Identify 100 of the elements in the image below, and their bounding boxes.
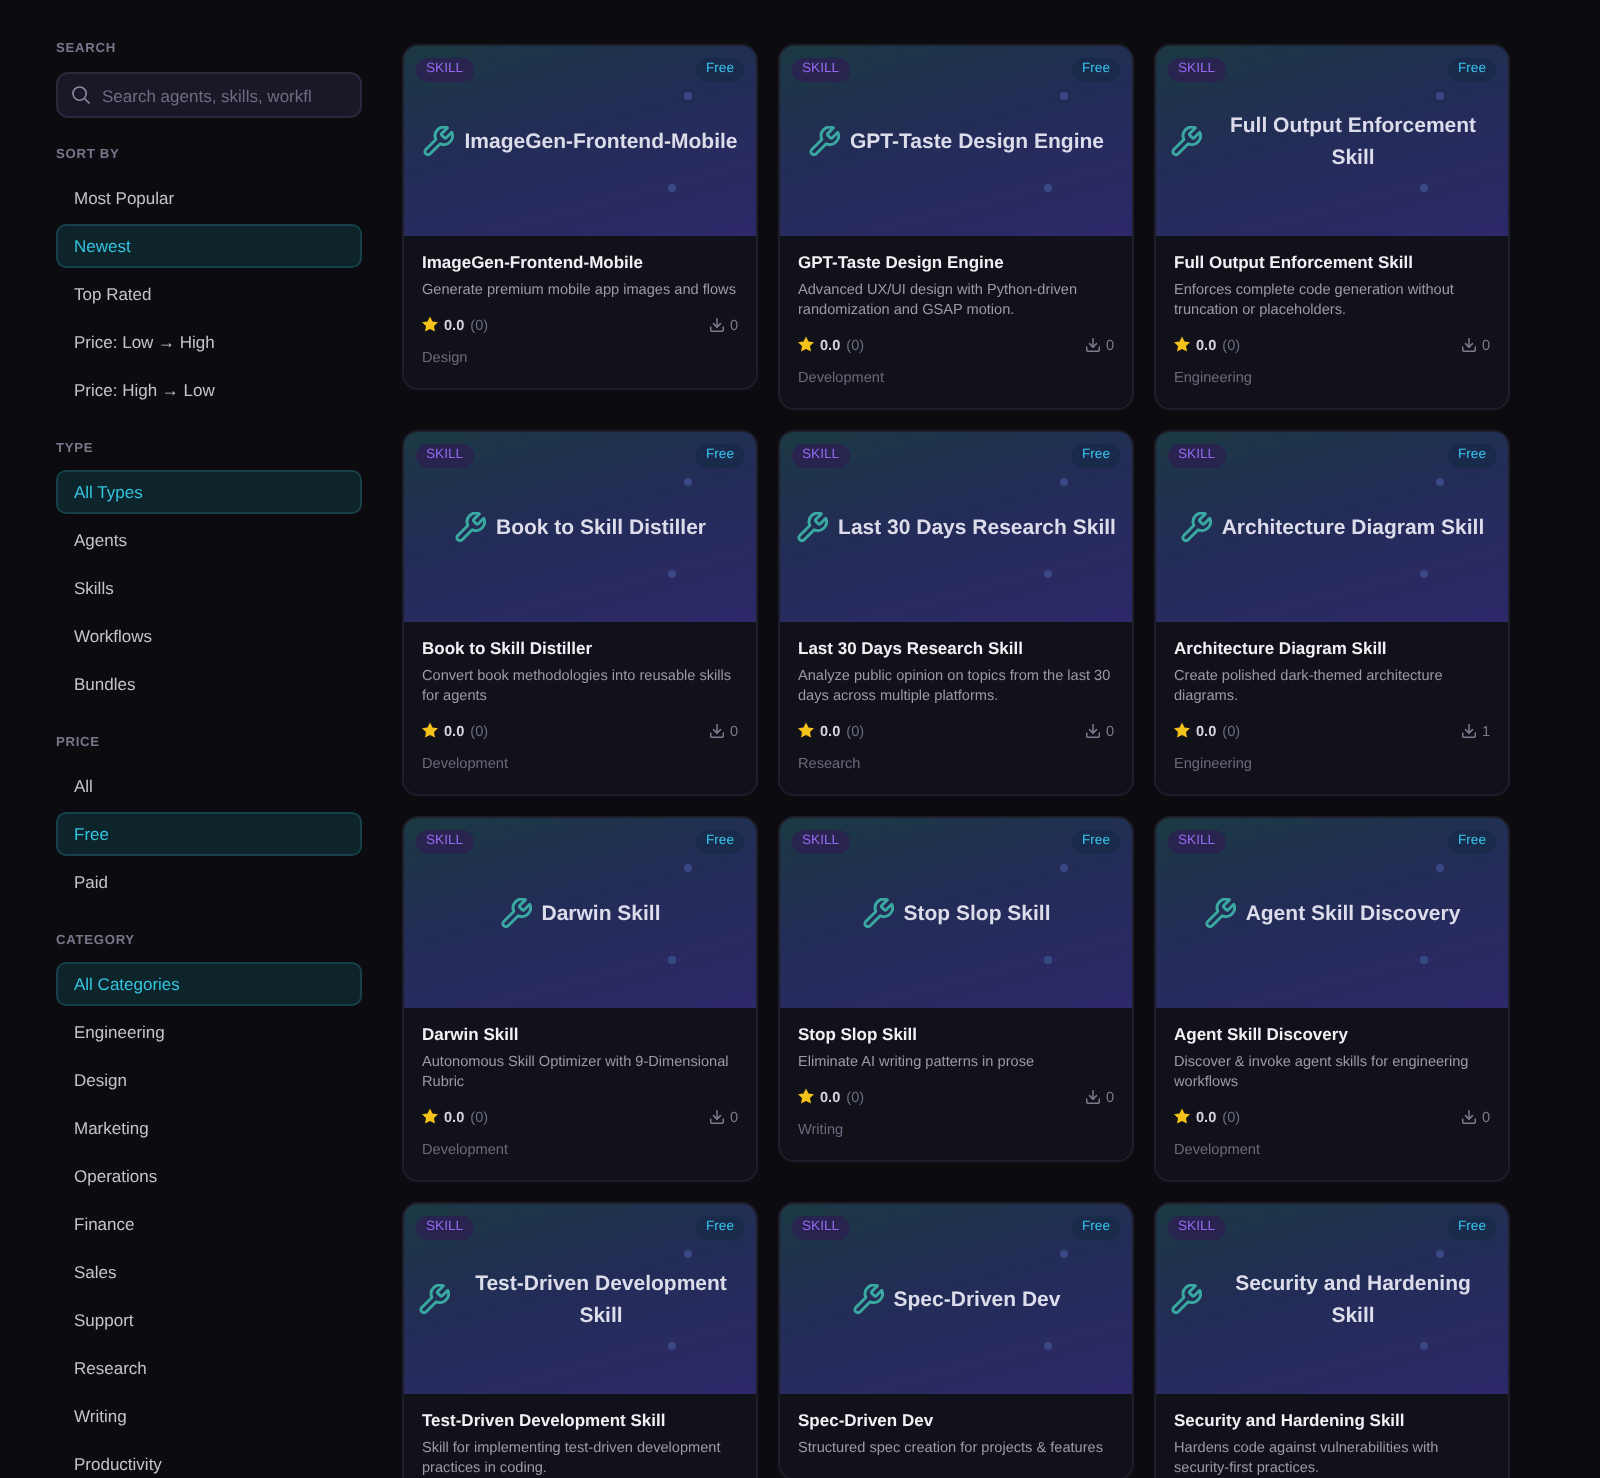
dot-icon (668, 956, 676, 964)
filter-option[interactable]: Bundles (56, 662, 362, 706)
banner-title: Darwin Skill (541, 899, 661, 929)
download-icon (1461, 723, 1476, 737)
dot-icon (668, 1342, 676, 1350)
star-icon (1174, 336, 1190, 352)
star-icon (422, 316, 438, 332)
filter-option[interactable]: Top Rated (56, 272, 362, 316)
filter-option[interactable]: Writing (56, 1394, 362, 1438)
filter-option[interactable]: Most Popular (56, 176, 362, 220)
star-icon (1174, 722, 1190, 738)
card-title: Darwin Skill (422, 1024, 521, 1046)
dot-icon (1060, 864, 1068, 872)
banner-title: Test-Driven Development Skill (473, 1269, 729, 1331)
banner-title: Book to Skill Distiller (495, 513, 707, 543)
dot-icon (1420, 956, 1428, 964)
dot-icon (684, 864, 692, 872)
filter-option[interactable]: Paid (56, 860, 362, 904)
card-title: Test-Driven Development Skill (422, 1410, 668, 1432)
filter-option[interactable]: Price: High → Low (56, 368, 362, 412)
filter-option[interactable]: Support (56, 1298, 362, 1342)
filter-option[interactable]: All Categories (56, 962, 362, 1006)
download-icon (709, 723, 724, 737)
wrench-icon (1170, 125, 1202, 157)
filter-option[interactable]: All (56, 764, 362, 808)
banner-title: Stop Slop Skill (903, 899, 1051, 929)
star-icon (798, 722, 814, 738)
dot-icon (668, 570, 676, 578)
filter-option[interactable]: Price: Low → High (56, 320, 362, 364)
filter-option[interactable]: Workflows (56, 614, 362, 658)
banner-title: Last 30 Days Research Skill (838, 513, 1116, 543)
filter-option[interactable]: Agents (56, 518, 362, 562)
banner-title: ImageGen-Frontend-Mobile (464, 127, 738, 157)
download-icon (709, 317, 724, 331)
wrench-icon (1203, 897, 1236, 929)
card-title: Agent Skill Discovery (1174, 1024, 1350, 1046)
dot-icon (1060, 1250, 1068, 1258)
card-title: Stop Slop Skill (798, 1024, 920, 1046)
search-icon (72, 86, 90, 104)
dot-icon (1436, 1250, 1444, 1258)
filter-option[interactable]: Engineering (56, 1010, 362, 1054)
star-icon (798, 336, 814, 352)
download-icon (1085, 337, 1100, 351)
banner-title: Architecture Diagram Skill (1221, 513, 1485, 543)
wrench-icon (861, 897, 894, 929)
wrench-icon (1179, 511, 1212, 543)
dot-icon (1044, 184, 1052, 192)
filter-option[interactable]: Skills (56, 566, 362, 610)
wrench-icon (796, 511, 829, 543)
dot-icon (1044, 1342, 1052, 1350)
download-icon (1461, 337, 1476, 351)
dot-icon (668, 184, 676, 192)
search-field[interactable]: Search agents, skills, workfl (56, 72, 362, 118)
wrench-icon (808, 125, 840, 157)
dot-icon (1420, 570, 1428, 578)
dot-icon (1436, 92, 1444, 100)
download-icon (1085, 1089, 1100, 1103)
banner-title: Security and Hardening Skill (1233, 1269, 1473, 1331)
wrench-icon (453, 511, 486, 543)
banner-title: Agent Skill Discovery (1245, 899, 1461, 929)
star-icon (422, 1108, 438, 1124)
wrench-icon (499, 897, 532, 929)
banner-title: GPT-Taste Design Engine (850, 127, 1104, 157)
card-title: Security and Hardening Skill (1174, 1410, 1407, 1432)
card-title: ImageGen-Frontend-Mobile (422, 252, 645, 274)
banner-title: Full Output Enforcement Skill (1227, 111, 1479, 173)
dot-icon (1060, 92, 1068, 100)
filter-option[interactable]: Design (56, 1058, 362, 1102)
filter-option[interactable]: Newest (56, 224, 362, 268)
dot-icon (684, 478, 692, 486)
filter-option[interactable]: Sales (56, 1250, 362, 1294)
wrench-icon (418, 1283, 450, 1315)
dot-icon (684, 92, 692, 100)
dot-icon (684, 1250, 692, 1258)
star-icon (798, 1088, 814, 1104)
dot-icon (1044, 570, 1052, 578)
star-icon (1174, 1108, 1190, 1124)
filter-option[interactable]: Operations (56, 1154, 362, 1198)
dot-icon (1436, 478, 1444, 486)
dot-icon (1436, 864, 1444, 872)
filter-option[interactable]: Productivity (56, 1442, 362, 1478)
filter-option[interactable]: All Types (56, 470, 362, 514)
download-icon (709, 1109, 724, 1123)
download-icon (1085, 723, 1100, 737)
filter-option[interactable]: Free (56, 812, 362, 856)
wrench-icon (422, 125, 455, 157)
dot-icon (1420, 1342, 1428, 1350)
card-title: Full Output Enforcement Skill (1174, 252, 1415, 274)
wrench-icon (851, 1283, 884, 1315)
filter-option[interactable]: Marketing (56, 1106, 362, 1150)
wrench-icon (1170, 1283, 1202, 1315)
banner-title: Spec-Driven Dev (893, 1285, 1061, 1315)
star-icon (422, 722, 438, 738)
dot-icon (1044, 956, 1052, 964)
card-title: Last 30 Days Research Skill (798, 638, 1025, 660)
filter-option[interactable]: Finance (56, 1202, 362, 1246)
card-title: Spec-Driven Dev (798, 1410, 936, 1432)
download-icon (1461, 1109, 1476, 1123)
filter-option[interactable]: Research (56, 1346, 362, 1390)
card-title: Architecture Diagram Skill (1174, 638, 1389, 660)
